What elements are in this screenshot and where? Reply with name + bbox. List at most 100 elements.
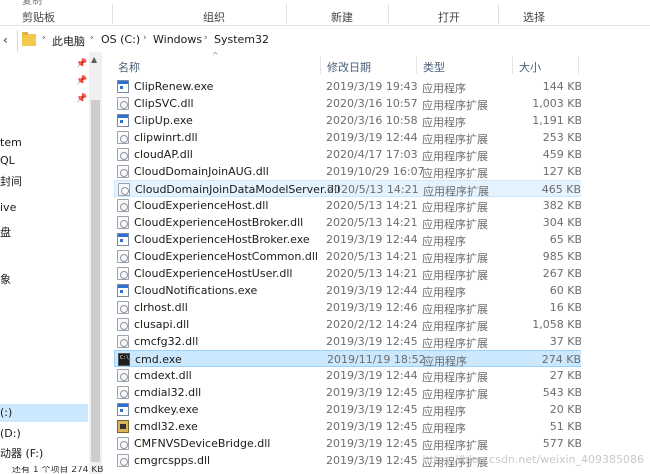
address-bar[interactable]: ‹ › 此电脑 › OS (C:) › Windows › System32 [0, 30, 650, 52]
file-date: 2020/5/13 14:21 [326, 216, 418, 229]
file-type: 应用程序扩展 [422, 371, 488, 384]
file-name: CloudExperienceHost.dll [134, 199, 269, 212]
column-size[interactable]: 大小 [519, 59, 541, 75]
column-separator[interactable] [320, 56, 321, 74]
table-row[interactable]: cmcfg32.dll 2019/3/19 12:45 应用程序扩展 37 KB [114, 333, 584, 350]
column-separator[interactable] [512, 56, 513, 74]
table-row[interactable]: cmdext.dll 2019/3/19 12:44 应用程序扩展 27 KB [114, 367, 584, 384]
column-name[interactable]: 名称 [118, 59, 140, 75]
file-name: CloudExperienceHostUser.dll [134, 267, 293, 280]
table-row[interactable]: CMFNVSDeviceBridge.dll 2019/3/19 12:45 应用程… [114, 435, 584, 452]
table-row[interactable]: CloudDomainJoinAUG.dll 2019/10/29 16:07 应用… [114, 163, 584, 180]
table-row[interactable]: cmdl32.exe 2019/3/19 12:45 应用程序 51 KB [114, 418, 584, 435]
ribbon-top-strip: 复制 [0, 0, 650, 7]
dll-file-icon [117, 97, 129, 110]
pin-icon[interactable]: 📌 [76, 59, 87, 69]
table-row[interactable]: CloudDomainJoinDataModelServer.dll 2020/5… [114, 180, 584, 198]
file-name: CMFNVSDeviceBridge.dll [134, 437, 271, 450]
column-header: ^ 名称 修改日期 类型 大小 [106, 51, 650, 76]
column-separator[interactable] [416, 56, 417, 74]
table-row[interactable]: cmdial32.dll 2019/3/19 12:45 应用程序扩展 543 KB [114, 384, 584, 401]
breadcrumb-system32[interactable]: System32 [214, 33, 269, 46]
nav-selected-highlight [0, 404, 88, 422]
ribbon-top-partial: 复制 [22, 0, 42, 7]
table-row[interactable]: cloudAP.dll 2020/4/17 17:03 应用程序扩展 459 KB [114, 146, 584, 163]
file-type: 应用程序扩展 [422, 337, 488, 350]
nav-item[interactable]: 象 [0, 271, 11, 287]
pin-icon[interactable]: 📌 [76, 76, 87, 86]
file-type: 应用程序 [422, 422, 466, 435]
file-name: CloudExperienceHostCommon.dll [134, 250, 318, 263]
file-date: 2019/10/29 16:07 [326, 165, 425, 178]
nav-scrollbar[interactable]: ▲ [89, 52, 102, 474]
file-name: cmgrcspps.dll [134, 454, 211, 467]
file-type: 应用程序 [422, 82, 466, 95]
breadcrumb-this-pc[interactable]: 此电脑 [52, 33, 85, 49]
dll-file-icon [117, 437, 129, 450]
nav-item[interactable]: 动器 (F:) [0, 445, 43, 461]
table-row[interactable]: ClipUp.exe 2020/3/16 10:58 应用程序 1,191 KB [114, 112, 584, 129]
nav-item[interactable]: 盘 [0, 224, 11, 240]
file-name: clrhost.dll [134, 301, 188, 314]
file-size: 382 KB [542, 199, 582, 212]
file-size: 304 KB [542, 216, 582, 229]
table-row[interactable]: cmdkey.exe 2019/3/19 12:45 应用程序 20 KB [114, 401, 584, 418]
column-date[interactable]: 修改日期 [327, 59, 371, 75]
nav-item[interactable]: ive [0, 201, 16, 214]
nav-item[interactable]: 封间 [0, 173, 22, 189]
nav-item[interactable]: QL [0, 154, 15, 167]
file-name: CloudNotifications.exe [134, 284, 258, 297]
chevron-left-icon[interactable]: ‹ [3, 33, 15, 47]
file-date: 2019/3/19 12:45 [326, 403, 418, 416]
file-name: CloudExperienceHostBroker.dll [134, 216, 304, 229]
file-size: 51 KB [549, 420, 582, 433]
nav-item[interactable]: (:) [0, 406, 12, 419]
column-type[interactable]: 类型 [423, 59, 445, 75]
table-row[interactable]: clipwinrt.dll 2019/3/19 12:44 应用程序扩展 253 KB [114, 129, 584, 146]
breadcrumb-drive-c[interactable]: OS (C:) [101, 33, 140, 46]
file-size: 20 KB [549, 403, 582, 416]
table-row[interactable]: clrhost.dll 2019/3/19 12:46 应用程序扩展 16 KB [114, 299, 584, 316]
file-size: 1,003 KB [532, 97, 582, 110]
nav-item[interactable]: (D:) [0, 427, 21, 440]
table-row[interactable]: CloudExperienceHostCommon.dll 2020/5/13 1… [114, 248, 584, 265]
file-name: cmdial32.dll [134, 386, 202, 399]
file-date: 2020/3/16 10:57 [326, 97, 418, 110]
file-date: 2020/5/13 14:21 [326, 267, 418, 280]
list-scrollbar[interactable] [581, 52, 594, 474]
nav-item[interactable]: tem [0, 136, 22, 149]
chevron-right-icon[interactable]: › [90, 33, 94, 43]
table-row[interactable]: cmd.exe2019/11/19 18:52应用程序274 KB [114, 350, 584, 368]
column-separator[interactable] [578, 56, 579, 74]
pin-icon[interactable]: 📌 [76, 94, 87, 104]
table-row[interactable]: CloudExperienceHostBroker.exe 2019/3/19 1… [114, 231, 584, 248]
table-row[interactable]: clusapi.dll 2020/2/12 14:24 应用程序扩展 1,058 KB [114, 316, 584, 333]
table-row[interactable]: ClipRenew.exe 2019/3/19 19:43 应用程序 144 KB [114, 78, 584, 95]
table-row[interactable]: CloudExperienceHostUser.dll 2020/5/13 14:… [114, 265, 584, 282]
scroll-thumb[interactable] [91, 100, 100, 462]
chevron-right-icon[interactable]: › [204, 33, 208, 43]
table-row[interactable]: ClipSVC.dll 2020/3/16 10:57 应用程序扩展 1,003 KB [114, 95, 584, 112]
file-date: 2020/3/16 10:58 [326, 114, 418, 127]
ribbon-group-new: 新建 [331, 11, 353, 24]
table-row[interactable]: CloudExperienceHost.dll 2020/5/13 14:21 应用… [114, 197, 584, 214]
file-type: 应用程序 [422, 116, 466, 129]
application-icon [117, 114, 129, 127]
file-size: 60 KB [549, 284, 582, 297]
dll-file-icon [117, 250, 129, 263]
dll-file-icon [117, 454, 129, 467]
scroll-up-icon[interactable]: ▲ [91, 55, 97, 64]
chevron-right-icon[interactable]: › [42, 33, 46, 43]
table-row[interactable]: CloudNotifications.exe 2019/3/19 12:44 应用程… [114, 282, 584, 299]
chevron-right-icon[interactable]: › [143, 33, 147, 43]
command-prompt-icon [118, 353, 130, 366]
file-date: 2019/3/19 12:45 [326, 386, 418, 399]
breadcrumb-windows[interactable]: Windows [153, 33, 202, 46]
file-date: 2019/3/19 12:45 [326, 437, 418, 450]
file-name: cmdl32.exe [134, 420, 198, 433]
file-type: 应用程序扩展 [422, 252, 488, 265]
file-type: 应用程序扩展 [422, 303, 488, 316]
table-row[interactable]: CloudExperienceHostBroker.dll 2020/5/13 1… [114, 214, 584, 231]
dll-file-icon [117, 267, 129, 280]
file-type: 应用程序 [422, 235, 466, 248]
